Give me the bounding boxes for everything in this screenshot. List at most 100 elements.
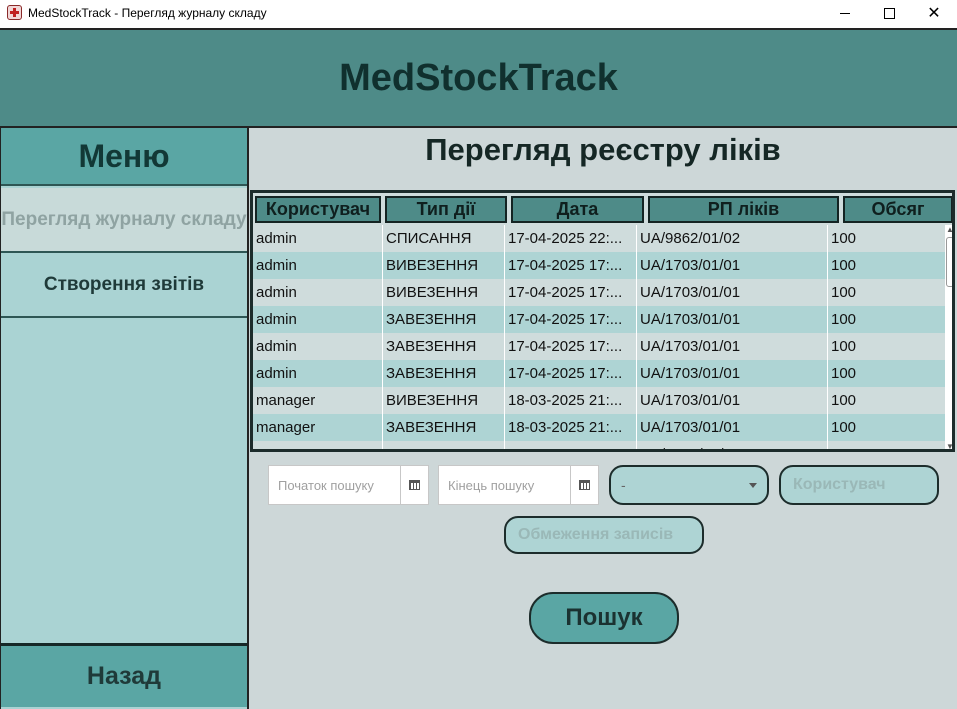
main-panel: Перегляд реєстру ліків Користувач Тип ді… (249, 128, 957, 709)
cell-date: 17-04-2025 17:... (504, 360, 636, 387)
cell-date: 17-04-2025 17:... (504, 252, 636, 279)
table-row[interactable]: manager ВИВЕЗЕННЯ 18-03-2025 21:... UA/1… (253, 387, 945, 414)
back-button[interactable]: Назад (1, 643, 247, 707)
window-title: MedStockTrack - Перегляд журналу складу (28, 6, 267, 20)
column-header-reg-number[interactable]: РП ліків (648, 196, 839, 223)
record-limit-input[interactable] (504, 516, 704, 554)
calendar-icon (409, 480, 420, 490)
cell-action-type: ЗАВЕЗЕННЯ (382, 360, 504, 387)
scroll-up-icon[interactable]: ▲ (945, 225, 952, 235)
cell-date: 17-04-2025 17:... (504, 279, 636, 306)
cell-reg-number: UA/1703/01/01 (636, 306, 827, 333)
action-type-value: - (621, 477, 626, 493)
cell-date: 18-03-2025 21:... (504, 387, 636, 414)
table-row[interactable]: manager СПИСАННЯ 02-12-2024 17:... UA/17… (253, 441, 945, 449)
sidebar-empty-area (1, 318, 247, 640)
sidebar-item-reports[interactable]: Створення звітів (1, 253, 247, 318)
end-date-input[interactable] (439, 466, 570, 504)
minimize-icon (840, 12, 850, 14)
start-date-calendar-button[interactable] (400, 466, 428, 504)
table-body: admin СПИСАННЯ 17-04-2025 22:... UA/9862… (253, 225, 945, 449)
table-row[interactable]: admin ЗАВЕЗЕННЯ 17-04-2025 17:... UA/170… (253, 360, 945, 387)
column-header-user[interactable]: Користувач (255, 196, 381, 223)
column-header-action-type[interactable]: Тип дії (385, 196, 507, 223)
column-header-date[interactable]: Дата (511, 196, 644, 223)
cell-date: 17-04-2025 22:... (504, 225, 636, 252)
table-row[interactable]: admin ЗАВЕЗЕННЯ 17-04-2025 17:... UA/170… (253, 306, 945, 333)
table-row[interactable]: manager ЗАВЕЗЕННЯ 18-03-2025 21:... UA/1… (253, 414, 945, 441)
cell-action-type: СПИСАННЯ (382, 441, 504, 449)
close-button[interactable]: ✕ (911, 0, 957, 26)
cell-user: admin (256, 365, 297, 382)
app-window: MedStockTrack Меню Перегляд журналу скла… (0, 28, 957, 709)
table-row[interactable]: admin ВИВЕЗЕННЯ 17-04-2025 17:... UA/170… (253, 252, 945, 279)
cell-volume: 100 (827, 252, 945, 279)
cell-volume: 100 (827, 306, 945, 333)
cell-reg-number: UA/1703/01/01 (636, 414, 827, 441)
start-date-picker (268, 465, 429, 505)
cell-volume: 100 (827, 225, 945, 252)
cell-user: admin (256, 230, 297, 247)
cell-user: admin (256, 311, 297, 328)
table-row[interactable]: admin СПИСАННЯ 17-04-2025 22:... UA/9862… (253, 225, 945, 252)
window-titlebar: MedStockTrack - Перегляд журналу складу … (0, 0, 957, 28)
cell-action-type: ВИВЕЗЕННЯ (382, 279, 504, 306)
cell-reg-number: UA/1703/01/01 (636, 252, 827, 279)
calendar-icon (579, 480, 590, 490)
cell-reg-number: UA/1703/01/01 (636, 387, 827, 414)
column-header-volume[interactable]: Обсяг (843, 196, 952, 223)
table-row[interactable]: admin ВИВЕЗЕННЯ 17-04-2025 17:... UA/170… (253, 279, 945, 306)
cell-action-type: ВИВЕЗЕННЯ (382, 252, 504, 279)
start-date-input[interactable] (269, 466, 400, 504)
cell-date: 02-12-2024 17:... (504, 441, 636, 449)
cell-user: manager (253, 441, 382, 449)
sidebar: Меню Перегляд журналу складу Створення з… (1, 128, 247, 709)
search-button[interactable]: Пошук (529, 592, 679, 644)
journal-table: Користувач Тип дії Дата РП ліків Обсяг a… (250, 190, 955, 452)
sidebar-item-journal[interactable]: Перегляд журналу складу (1, 188, 247, 253)
cell-volume: 4 (827, 441, 945, 449)
action-type-select[interactable]: - (609, 465, 769, 505)
cell-reg-number: UA/1703/01/01 (636, 279, 827, 306)
app-icon (7, 5, 22, 20)
cell-reg-number: UA/1703/01/01 (636, 360, 827, 387)
cell-volume: 100 (827, 414, 945, 441)
cell-volume: 100 (827, 279, 945, 306)
app-title: MedStockTrack (339, 56, 618, 99)
cell-action-type: СПИСАННЯ (382, 225, 504, 252)
cell-date: 17-04-2025 17:... (504, 333, 636, 360)
cell-volume: 100 (827, 360, 945, 387)
cell-user: admin (256, 257, 297, 274)
cell-user: manager (256, 392, 316, 409)
cell-user: admin (256, 284, 297, 301)
close-icon: ✕ (927, 3, 941, 22)
maximize-icon (883, 7, 895, 19)
table-header: Користувач Тип дії Дата РП ліків Обсяг (253, 193, 952, 225)
cell-user: manager (256, 419, 316, 436)
cell-action-type: ВИВЕЗЕННЯ (382, 387, 504, 414)
table-scrollbar[interactable]: ▲ ▼ (945, 225, 952, 449)
table-row[interactable]: admin ЗАВЕЗЕННЯ 17-04-2025 17:... UA/170… (253, 333, 945, 360)
scrollbar-thumb[interactable] (946, 237, 952, 287)
scroll-down-icon[interactable]: ▼ (945, 442, 952, 449)
end-date-picker (438, 465, 599, 505)
menu-title: Меню (1, 128, 247, 186)
cell-reg-number: UA/1703/01/01 (636, 441, 827, 449)
cell-reg-number: UA/1703/01/01 (636, 333, 827, 360)
cell-action-type: ЗАВЕЗЕННЯ (382, 306, 504, 333)
cell-volume: 100 (827, 387, 945, 414)
cell-date: 18-03-2025 21:... (504, 414, 636, 441)
maximize-button[interactable] (866, 0, 912, 26)
cell-reg-number: UA/9862/01/02 (636, 225, 827, 252)
cell-user: admin (256, 338, 297, 355)
minimize-button[interactable] (822, 0, 868, 26)
page-title: Перегляд реєстру ліків (425, 132, 781, 167)
user-filter-input[interactable] (779, 465, 939, 505)
cell-action-type: ЗАВЕЗЕННЯ (382, 414, 504, 441)
cell-date: 17-04-2025 17:... (504, 306, 636, 333)
cell-volume: 100 (827, 333, 945, 360)
end-date-calendar-button[interactable] (570, 466, 598, 504)
chevron-down-icon (749, 483, 757, 488)
cell-action-type: ЗАВЕЗЕННЯ (382, 333, 504, 360)
app-header: MedStockTrack (0, 30, 957, 126)
